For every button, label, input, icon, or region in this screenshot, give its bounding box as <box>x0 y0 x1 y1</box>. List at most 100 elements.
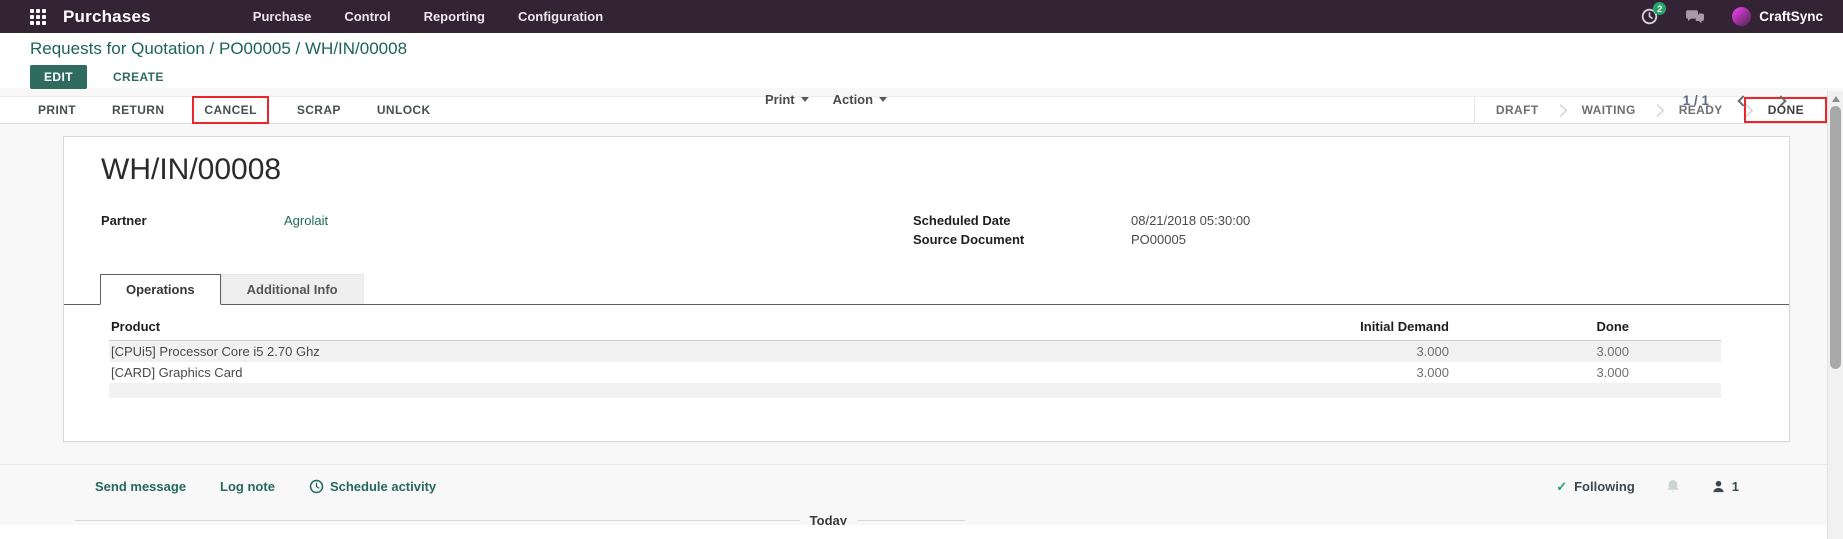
source-document-value: PO00005 <box>1131 230 1186 249</box>
spacer-cell <box>1631 362 1721 383</box>
done-cell: 3.000 <box>1451 341 1631 363</box>
schedule-activity-button[interactable]: Schedule activity <box>309 479 436 494</box>
chatter-actions: Send message Log note Schedule activity <box>95 479 436 494</box>
print-dropdown-label: Print <box>765 92 795 107</box>
top-nav-bar: Purchases Purchase Control Reporting Con… <box>0 0 1843 33</box>
menu-configuration[interactable]: Configuration <box>518 9 603 24</box>
product-cell: [CARD] Graphics Card <box>109 362 1266 383</box>
left-field-group: Partner Agrolait <box>101 211 746 249</box>
chat-bubbles-icon <box>1685 9 1705 25</box>
action-dropdowns: Print Action <box>765 92 887 107</box>
tab-operations[interactable]: Operations <box>100 274 221 305</box>
action-dropdown[interactable]: Action <box>833 92 887 107</box>
column-done: Done <box>1451 315 1631 341</box>
action-dropdown-label: Action <box>833 92 873 107</box>
messages-icon[interactable] <box>1685 9 1705 25</box>
operations-table-wrap: Product Initial Demand Done [CPUi5] Proc… <box>109 315 1721 398</box>
right-field-group: Scheduled Date 08/21/2018 05:30:00 Sourc… <box>913 211 1250 249</box>
chatter-toolbar: Send message Log note Schedule activity … <box>0 478 1843 495</box>
menu-control[interactable]: Control <box>344 9 390 24</box>
column-product: Product <box>109 315 1266 341</box>
control-panel: Requests for Quotation / PO00005 / WH/IN… <box>0 33 1843 88</box>
breadcrumb[interactable]: Requests for Quotation / PO00005 / WH/IN… <box>30 39 1843 59</box>
notebook: Operations Additional Info Product Initi… <box>64 274 1789 398</box>
tab-additional-info[interactable]: Additional Info <box>221 274 364 304</box>
partner-field: Partner Agrolait <box>101 211 746 230</box>
statusbar-buttons: PRINT RETURN CANCEL SCRAP UNLOCK <box>0 97 431 123</box>
partner-value-link[interactable]: Agrolait <box>284 211 328 230</box>
print-button[interactable]: PRINT <box>38 103 76 117</box>
apps-grid-icon[interactable] <box>30 9 46 25</box>
print-dropdown[interactable]: Print <box>765 92 809 107</box>
step-waiting[interactable]: WAITING <box>1561 97 1657 123</box>
document-sheet: WH/IN/00008 Partner Agrolait Scheduled D… <box>63 136 1790 442</box>
menu-reporting[interactable]: Reporting <box>424 9 485 24</box>
initial-demand-cell: 3.000 <box>1266 362 1451 383</box>
done-cell: 3.000 <box>1451 362 1631 383</box>
scrollbar-thumb[interactable] <box>1830 106 1841 369</box>
return-button[interactable]: RETURN <box>112 103 164 117</box>
following-label: Following <box>1574 479 1635 494</box>
check-icon: ✓ <box>1556 479 1567 495</box>
activity-clock-icon[interactable]: 2 <box>1641 8 1658 25</box>
column-spacer <box>1631 315 1721 341</box>
partner-label: Partner <box>101 211 284 230</box>
scheduled-date-value: 08/21/2018 05:30:00 <box>1131 211 1250 230</box>
cancel-annotation-box: CANCEL <box>192 96 268 124</box>
scrap-button[interactable]: SCRAP <box>297 103 341 117</box>
pager-value: 1 / 1 <box>1683 93 1709 108</box>
user-name: CraftSync <box>1759 9 1823 24</box>
product-cell: [CPUi5] Processor Core i5 2.70 Ghz <box>109 341 1266 363</box>
document-title: WH/IN/00008 <box>101 153 1789 187</box>
menu-purchase[interactable]: Purchase <box>253 9 312 24</box>
source-document-field: Source Document PO00005 <box>913 230 1250 249</box>
field-groups: Partner Agrolait Scheduled Date 08/21/20… <box>64 211 1789 249</box>
step-draft[interactable]: DRAFT <box>1475 97 1560 123</box>
follower-count: 1 <box>1732 479 1739 494</box>
initial-demand-cell: 3.000 <box>1266 341 1451 363</box>
schedule-clock-icon <box>309 479 324 494</box>
divider-line <box>75 520 800 521</box>
user-menu[interactable]: CraftSync <box>1732 7 1823 26</box>
table-row[interactable]: [CPUi5] Processor Core i5 2.70 Ghz 3.000… <box>109 341 1721 363</box>
scroll-up-arrow-icon[interactable] <box>1832 96 1840 102</box>
scheduled-date-field: Scheduled Date 08/21/2018 05:30:00 <box>913 211 1250 230</box>
message-area-strip <box>0 525 1843 539</box>
pager-next-icon[interactable] <box>1775 95 1786 106</box>
form-view: WH/IN/00008 Partner Agrolait Scheduled D… <box>0 136 1843 528</box>
cancel-button[interactable]: CANCEL <box>204 103 256 117</box>
schedule-activity-label: Schedule activity <box>330 479 436 494</box>
topbar-right-group: 2 CraftSync <box>1641 7 1823 26</box>
followers-button[interactable]: 1 <box>1711 479 1739 494</box>
bell-icon <box>1665 478 1681 495</box>
empty-table-row <box>109 383 1721 398</box>
follower-person-icon <box>1711 479 1726 494</box>
send-message-button[interactable]: Send message <box>95 479 186 494</box>
app-title[interactable]: Purchases <box>63 7 151 27</box>
caret-down-icon <box>879 97 887 102</box>
caret-down-icon <box>801 97 809 102</box>
notification-bell-icon[interactable] <box>1665 478 1681 495</box>
source-document-label: Source Document <box>913 230 1131 249</box>
divider-line <box>857 520 965 521</box>
activity-count-badge: 2 <box>1653 2 1666 15</box>
spacer-cell <box>1631 341 1721 363</box>
pager: 1 / 1 <box>1683 93 1785 108</box>
create-button[interactable]: CREATE <box>113 70 164 84</box>
top-menu: Purchase Control Reporting Configuration <box>253 9 603 24</box>
control-panel-buttons: EDIT CREATE <box>30 65 1843 88</box>
log-note-button[interactable]: Log note <box>220 479 275 494</box>
operations-table: Product Initial Demand Done [CPUi5] Proc… <box>109 315 1721 398</box>
edit-button[interactable]: EDIT <box>30 65 87 89</box>
following-toggle[interactable]: ✓ Following <box>1556 479 1635 495</box>
tab-bar: Operations Additional Info <box>64 274 1789 305</box>
unlock-button[interactable]: UNLOCK <box>377 103 431 117</box>
scheduled-date-label: Scheduled Date <box>913 211 1131 230</box>
table-header-row: Product Initial Demand Done <box>109 315 1721 341</box>
user-avatar <box>1732 7 1751 26</box>
chatter: Send message Log note Schedule activity … <box>0 464 1843 528</box>
chatter-follow-group: ✓ Following 1 <box>1556 478 1739 495</box>
table-row[interactable]: [CARD] Graphics Card 3.000 3.000 <box>109 362 1721 383</box>
vertical-scrollbar[interactable] <box>1827 91 1843 539</box>
column-initial-demand: Initial Demand <box>1266 315 1451 341</box>
